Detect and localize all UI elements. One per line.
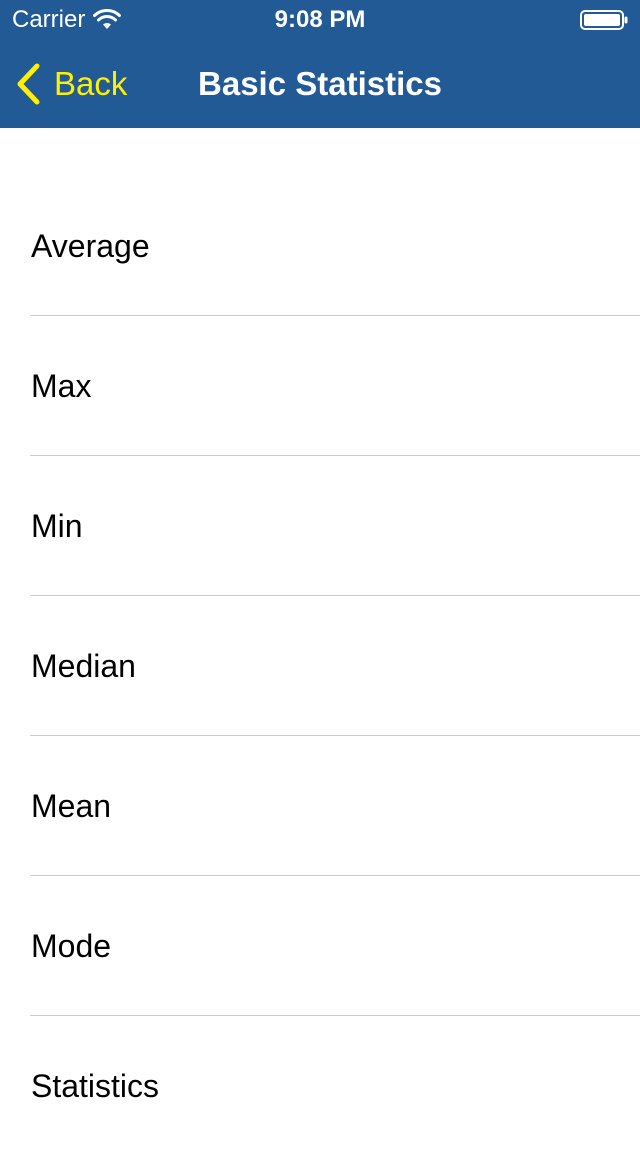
list-item-mode[interactable]: Mode <box>0 876 640 1016</box>
list-item-average[interactable]: Average <box>0 176 640 316</box>
list-item-label: Mode <box>31 928 112 964</box>
list-item-min[interactable]: Min <box>0 456 640 596</box>
list-item-label: Min <box>31 508 83 544</box>
list-item-median[interactable]: Median <box>0 596 640 736</box>
battery-icon <box>580 10 628 30</box>
list-item-label: Max <box>31 368 92 404</box>
list-item-max[interactable]: Max <box>0 316 640 456</box>
status-time: 9:08 PM <box>274 6 366 33</box>
statistics-list: Average Max Min Median Mean Mode Statist… <box>0 176 640 1156</box>
list-item-label: Statistics <box>31 1068 160 1104</box>
navigation-header: Carrier 9:08 PM Back Basic Statistics <box>0 0 640 128</box>
nav-bar: Back Basic Statistics <box>0 40 640 128</box>
page-title: Basic Statistics <box>198 65 442 102</box>
list-item-label: Mean <box>31 788 112 824</box>
status-bar: Carrier 9:08 PM <box>0 0 640 40</box>
list-item-mean[interactable]: Mean <box>0 736 640 876</box>
list-item-label: Average <box>31 228 150 264</box>
list-item-statistics[interactable]: Statistics <box>0 1016 640 1156</box>
list-item-label: Median <box>31 648 136 684</box>
